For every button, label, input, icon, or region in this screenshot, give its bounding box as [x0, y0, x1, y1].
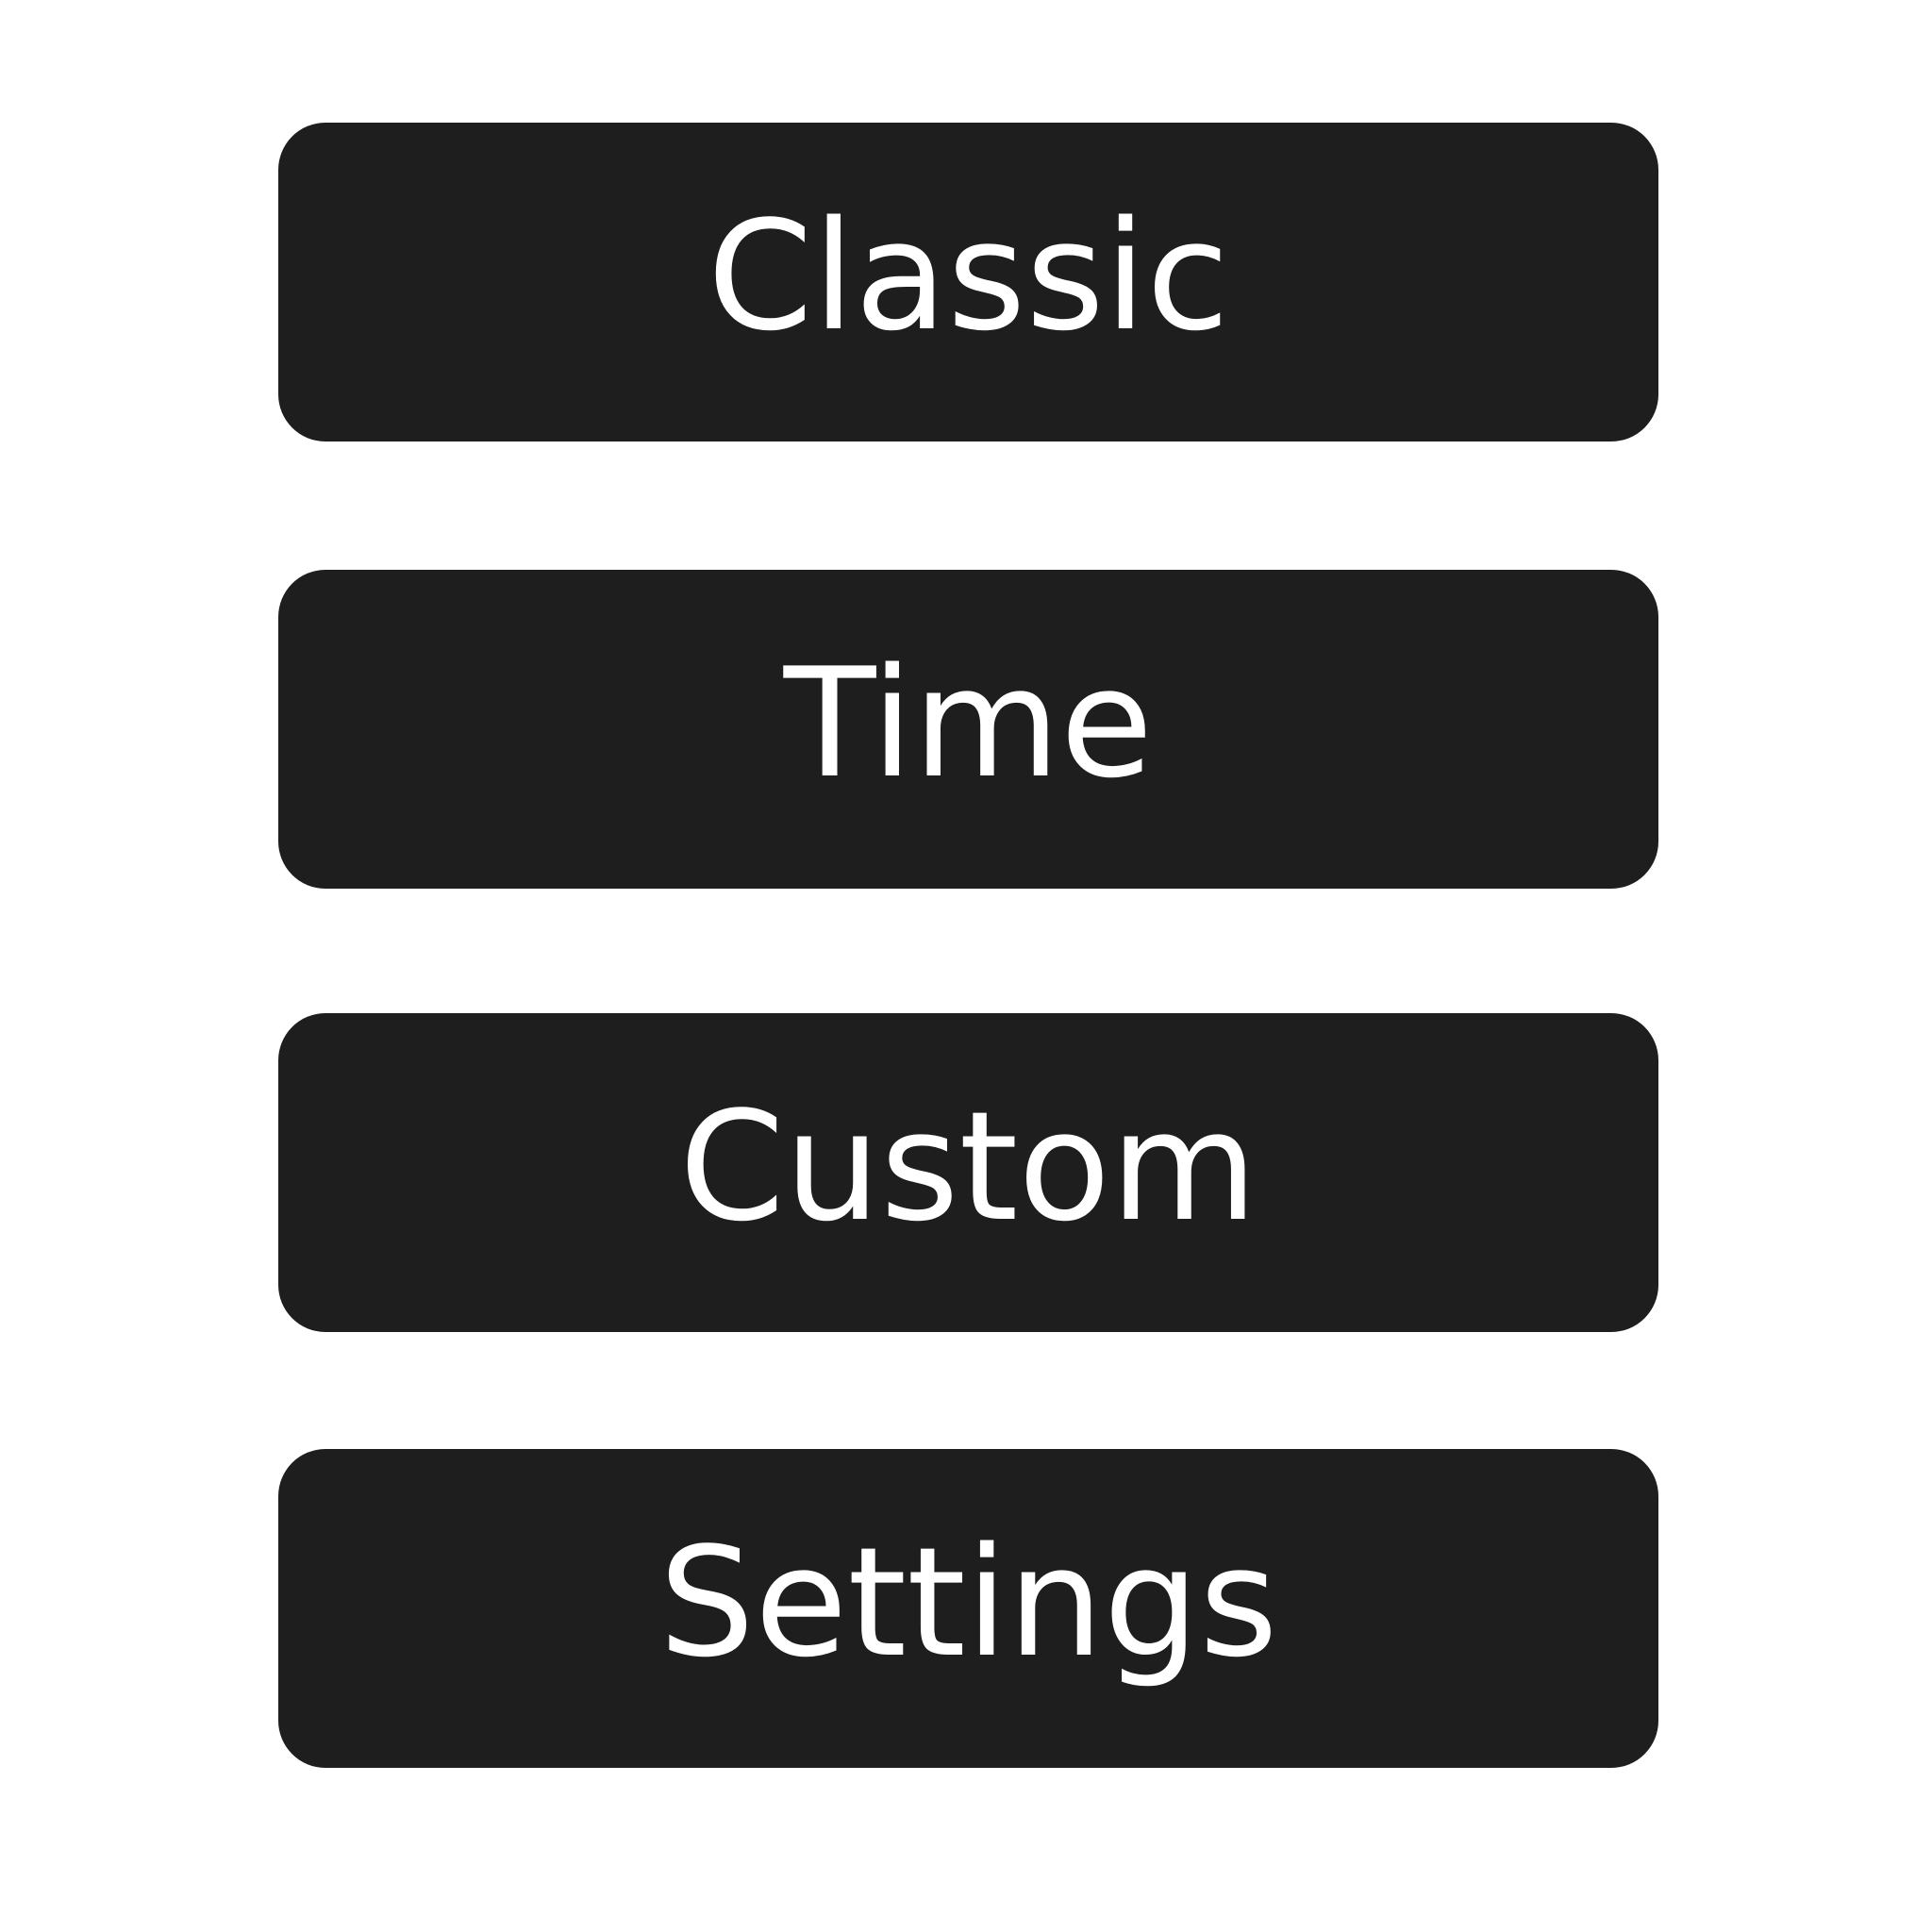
settings-button-label: Settings [658, 1514, 1278, 1690]
custom-button[interactable]: Custom [278, 1013, 1658, 1332]
custom-button-label: Custom [679, 1078, 1257, 1255]
main-menu: Classic Time Custom Settings [0, 0, 1932, 1932]
settings-button[interactable]: Settings [278, 1449, 1658, 1768]
classic-button[interactable]: Classic [278, 123, 1658, 441]
time-button-label: Time [783, 635, 1154, 811]
classic-button-label: Classic [707, 188, 1230, 364]
time-button[interactable]: Time [278, 570, 1658, 889]
